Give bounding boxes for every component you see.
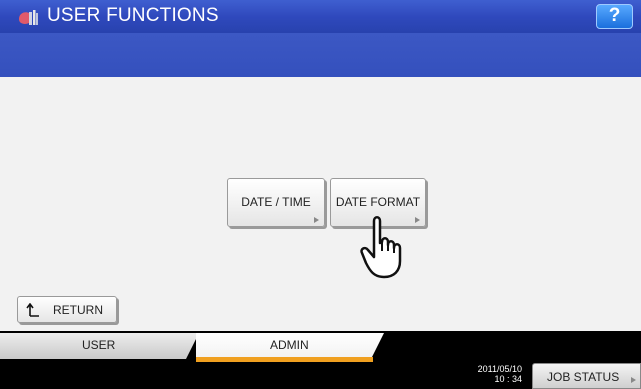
return-button[interactable]: RETURN: [17, 296, 117, 323]
page-title: USER FUNCTIONS: [47, 5, 219, 26]
arrow-right-icon: [415, 217, 420, 223]
time-text: 10 : 34: [494, 374, 522, 384]
arrow-right-icon: [631, 377, 636, 383]
date-format-label: DATE FORMAT: [335, 195, 421, 209]
date-time-button[interactable]: DATE / TIME: [227, 178, 325, 227]
screen: USER FUNCTIONS ? DATE / TIME DATE FORMAT…: [0, 0, 641, 389]
job-status-button[interactable]: JOB STATUS: [532, 363, 641, 389]
help-button[interactable]: ?: [596, 4, 633, 29]
toolbox-icon: [19, 10, 38, 25]
arrow-right-icon: [314, 217, 319, 223]
tab-admin[interactable]: ADMIN: [270, 338, 309, 352]
return-label: RETURN: [53, 303, 103, 317]
sub-header-bar: [0, 33, 641, 77]
date-time-label: DATE / TIME: [241, 195, 311, 209]
datetime-display: 2011/05/10 10 : 34: [468, 364, 522, 384]
return-arrow-icon: [26, 303, 39, 317]
hand-pointer-icon: [360, 216, 402, 279]
title-bar: USER FUNCTIONS ?: [0, 0, 641, 33]
date-text: 2011/05/10: [477, 364, 522, 374]
tab-user[interactable]: USER: [82, 338, 115, 352]
job-status-label: JOB STATUS: [547, 370, 620, 384]
